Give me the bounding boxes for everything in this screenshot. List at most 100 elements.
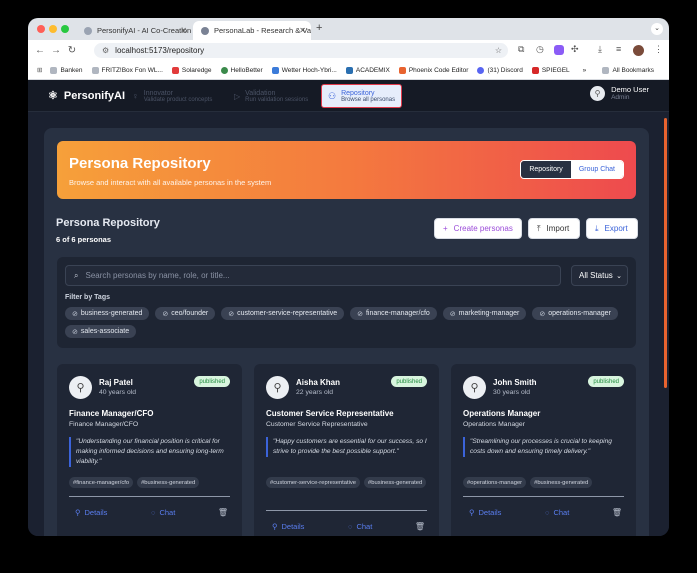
tab-title: PersonifyAI - AI Co-Creation P (97, 26, 192, 35)
bookmark-label: FRITZ!Box Fon WL... (101, 66, 163, 74)
browser-window: PersonifyAI - AI Co-Creation P ✕ Persona… (28, 18, 669, 536)
minimize-window-button[interactable] (49, 25, 57, 33)
bookmark-star-icon[interactable]: ☆ (495, 46, 502, 55)
persona-role: Operations Manager (463, 409, 541, 418)
back-icon[interactable]: ← (32, 45, 48, 56)
tag-filter[interactable]: ⊘ customer-service-representative (221, 307, 345, 320)
chat-button[interactable]: ◌ Chat (348, 522, 372, 531)
menu-icon[interactable]: ⋮ (654, 44, 663, 55)
close-tab-icon[interactable]: ✕ (180, 26, 187, 35)
chat-button[interactable]: ◌ Chat (151, 508, 175, 517)
spiegel-icon (531, 66, 539, 74)
extension-icon[interactable] (554, 45, 564, 55)
tag-filter[interactable]: ⊘ operations-manager (532, 307, 618, 320)
persona-title: Operations Manager (463, 421, 525, 428)
tag-filter[interactable]: ⊘ business-generated (65, 307, 150, 320)
all-bookmarks-button[interactable]: All Bookmarks (602, 66, 654, 74)
bookmark-item[interactable]: Phoenix Code Editor (398, 66, 468, 74)
trash-icon[interactable]: 🗑 (612, 508, 622, 517)
new-tab-button[interactable]: + (316, 22, 322, 34)
bookmark-item[interactable]: Solaredge (171, 66, 212, 74)
puzzle-icon[interactable]: ✣ (571, 44, 579, 55)
user-avatar-icon: ⚲ (590, 85, 606, 101)
user-menu[interactable]: ⚲ Demo User Admin (590, 85, 649, 101)
import-button[interactable]: ⤒ Import (528, 218, 580, 239)
tag-icon: ⊘ (72, 310, 78, 318)
create-personas-button[interactable]: + Create personas (434, 218, 522, 239)
tag-filter[interactable]: ⊘ sales-associate (65, 325, 137, 338)
persona-tag: #customer-service-representative (266, 477, 361, 488)
persona-role: Customer Service Representative (266, 409, 394, 418)
bookmark-item[interactable]: FRITZ!Box Fon WL... (91, 66, 163, 74)
bookmark-item[interactable]: Banken (50, 66, 83, 74)
persona-tag: #finance-manager/cfo (69, 477, 134, 488)
profile-avatar[interactable] (633, 45, 644, 56)
nav-item-repository[interactable]: ⚇ Repository Browse all personas (321, 84, 403, 108)
export-button[interactable]: ⤓ Export (586, 218, 638, 239)
bookmark-item[interactable]: Wetter Hoch-Ybri... (271, 66, 337, 74)
timer-icon[interactable]: ◷ (536, 44, 544, 55)
trash-icon[interactable]: 🗑 (218, 508, 228, 517)
close-tab-icon[interactable]: ✕ (299, 26, 306, 35)
persona-name: John Smith (493, 378, 537, 387)
details-button[interactable]: ⚲ Details (469, 508, 501, 517)
chat-bubble-icon: ◌ (348, 522, 353, 531)
chat-button[interactable]: ◌ Chat (545, 508, 569, 517)
site-info-icon[interactable]: ⚙ (102, 46, 109, 55)
nav-item-validation[interactable]: ▷ Validation Run validation sessions (234, 84, 308, 108)
tag-filter[interactable]: ⊘ ceo/founder (155, 307, 216, 320)
brand-logo[interactable]: ⚛ PersonifyAI (48, 89, 125, 103)
status-select[interactable]: All Status ⌄ (571, 265, 628, 286)
repository-toggle-button[interactable]: Repository (521, 161, 571, 178)
close-window-button[interactable] (37, 25, 45, 33)
apps-grid-icon[interactable]: ⊞ (37, 66, 42, 74)
more-bookmarks-button[interactable]: » (583, 67, 587, 74)
discord-icon (477, 66, 485, 74)
tag-icon: ⊘ (162, 310, 169, 318)
address-field[interactable]: ⚙ localhost:5173/repository ☆ (94, 43, 508, 58)
bookmark-label: (31) Discord (487, 66, 523, 74)
reload-icon[interactable]: ↻ (64, 45, 80, 56)
bookmark-item[interactable]: HelloBetter (220, 66, 263, 74)
page-scrollbar[interactable] (664, 118, 667, 388)
reading-list-icon[interactable]: ≡ (616, 44, 621, 54)
details-button[interactable]: ⚲ Details (272, 522, 304, 531)
tag-filter[interactable]: ⊘ finance-manager/cfo (350, 307, 437, 320)
divider (266, 510, 427, 511)
tag-icon: ⊘ (72, 328, 78, 336)
cast-icon[interactable]: ⧉ (518, 44, 524, 55)
persona-title: Customer Service Representative (266, 421, 368, 428)
nav-title: Validation (245, 89, 276, 97)
details-button[interactable]: ⚲ Details (75, 508, 107, 517)
button-label: Details (84, 508, 108, 517)
nav-item-innovator[interactable]: ♀ Innovator Validate product concepts (132, 84, 212, 108)
tab-search-icon[interactable]: ⌄ (651, 23, 663, 35)
bookmark-label: Banken (60, 66, 83, 74)
bookmark-item[interactable]: SPIEGEL (531, 66, 570, 74)
search-input[interactable]: ⌕ Search personas by name, role, or titl… (65, 265, 561, 286)
trash-icon[interactable]: 🗑 (415, 522, 425, 531)
chat-bubble-icon: ◌ (545, 508, 550, 517)
bookmark-item[interactable]: ACADEMIX (345, 66, 390, 74)
download-icon[interactable]: ⤓ (598, 44, 602, 55)
forward-icon[interactable]: → (48, 45, 64, 56)
bookmark-label: All Bookmarks (612, 66, 654, 74)
browser-tab-active[interactable]: PersonaLab - Research & Vali ✕ (193, 21, 311, 40)
divider (69, 496, 230, 497)
bookmark-item[interactable]: (31) Discord (477, 66, 523, 74)
nav-title: Repository (341, 89, 375, 97)
button-label: Chat (553, 508, 570, 517)
user-icon: ⚲ (469, 508, 475, 517)
divider (463, 496, 624, 497)
persona-tags: #customer-service-representative #busine… (266, 477, 431, 488)
button-label: Details (281, 522, 305, 531)
browser-tab[interactable]: PersonifyAI - AI Co-Creation P ✕ (76, 21, 192, 40)
maximize-window-button[interactable] (61, 25, 69, 33)
bookmark-label: Solaredge (181, 66, 212, 74)
tag-filter[interactable]: ⊘ marketing-manager (442, 307, 527, 320)
group-chat-toggle-button[interactable]: Group Chat (570, 161, 623, 178)
url-text: localhost:5173/repository (115, 46, 205, 55)
chevron-down-icon: ⌄ (616, 272, 622, 280)
tag-icon: ⊘ (539, 310, 546, 318)
brain-icon: ⚛ (48, 90, 58, 102)
